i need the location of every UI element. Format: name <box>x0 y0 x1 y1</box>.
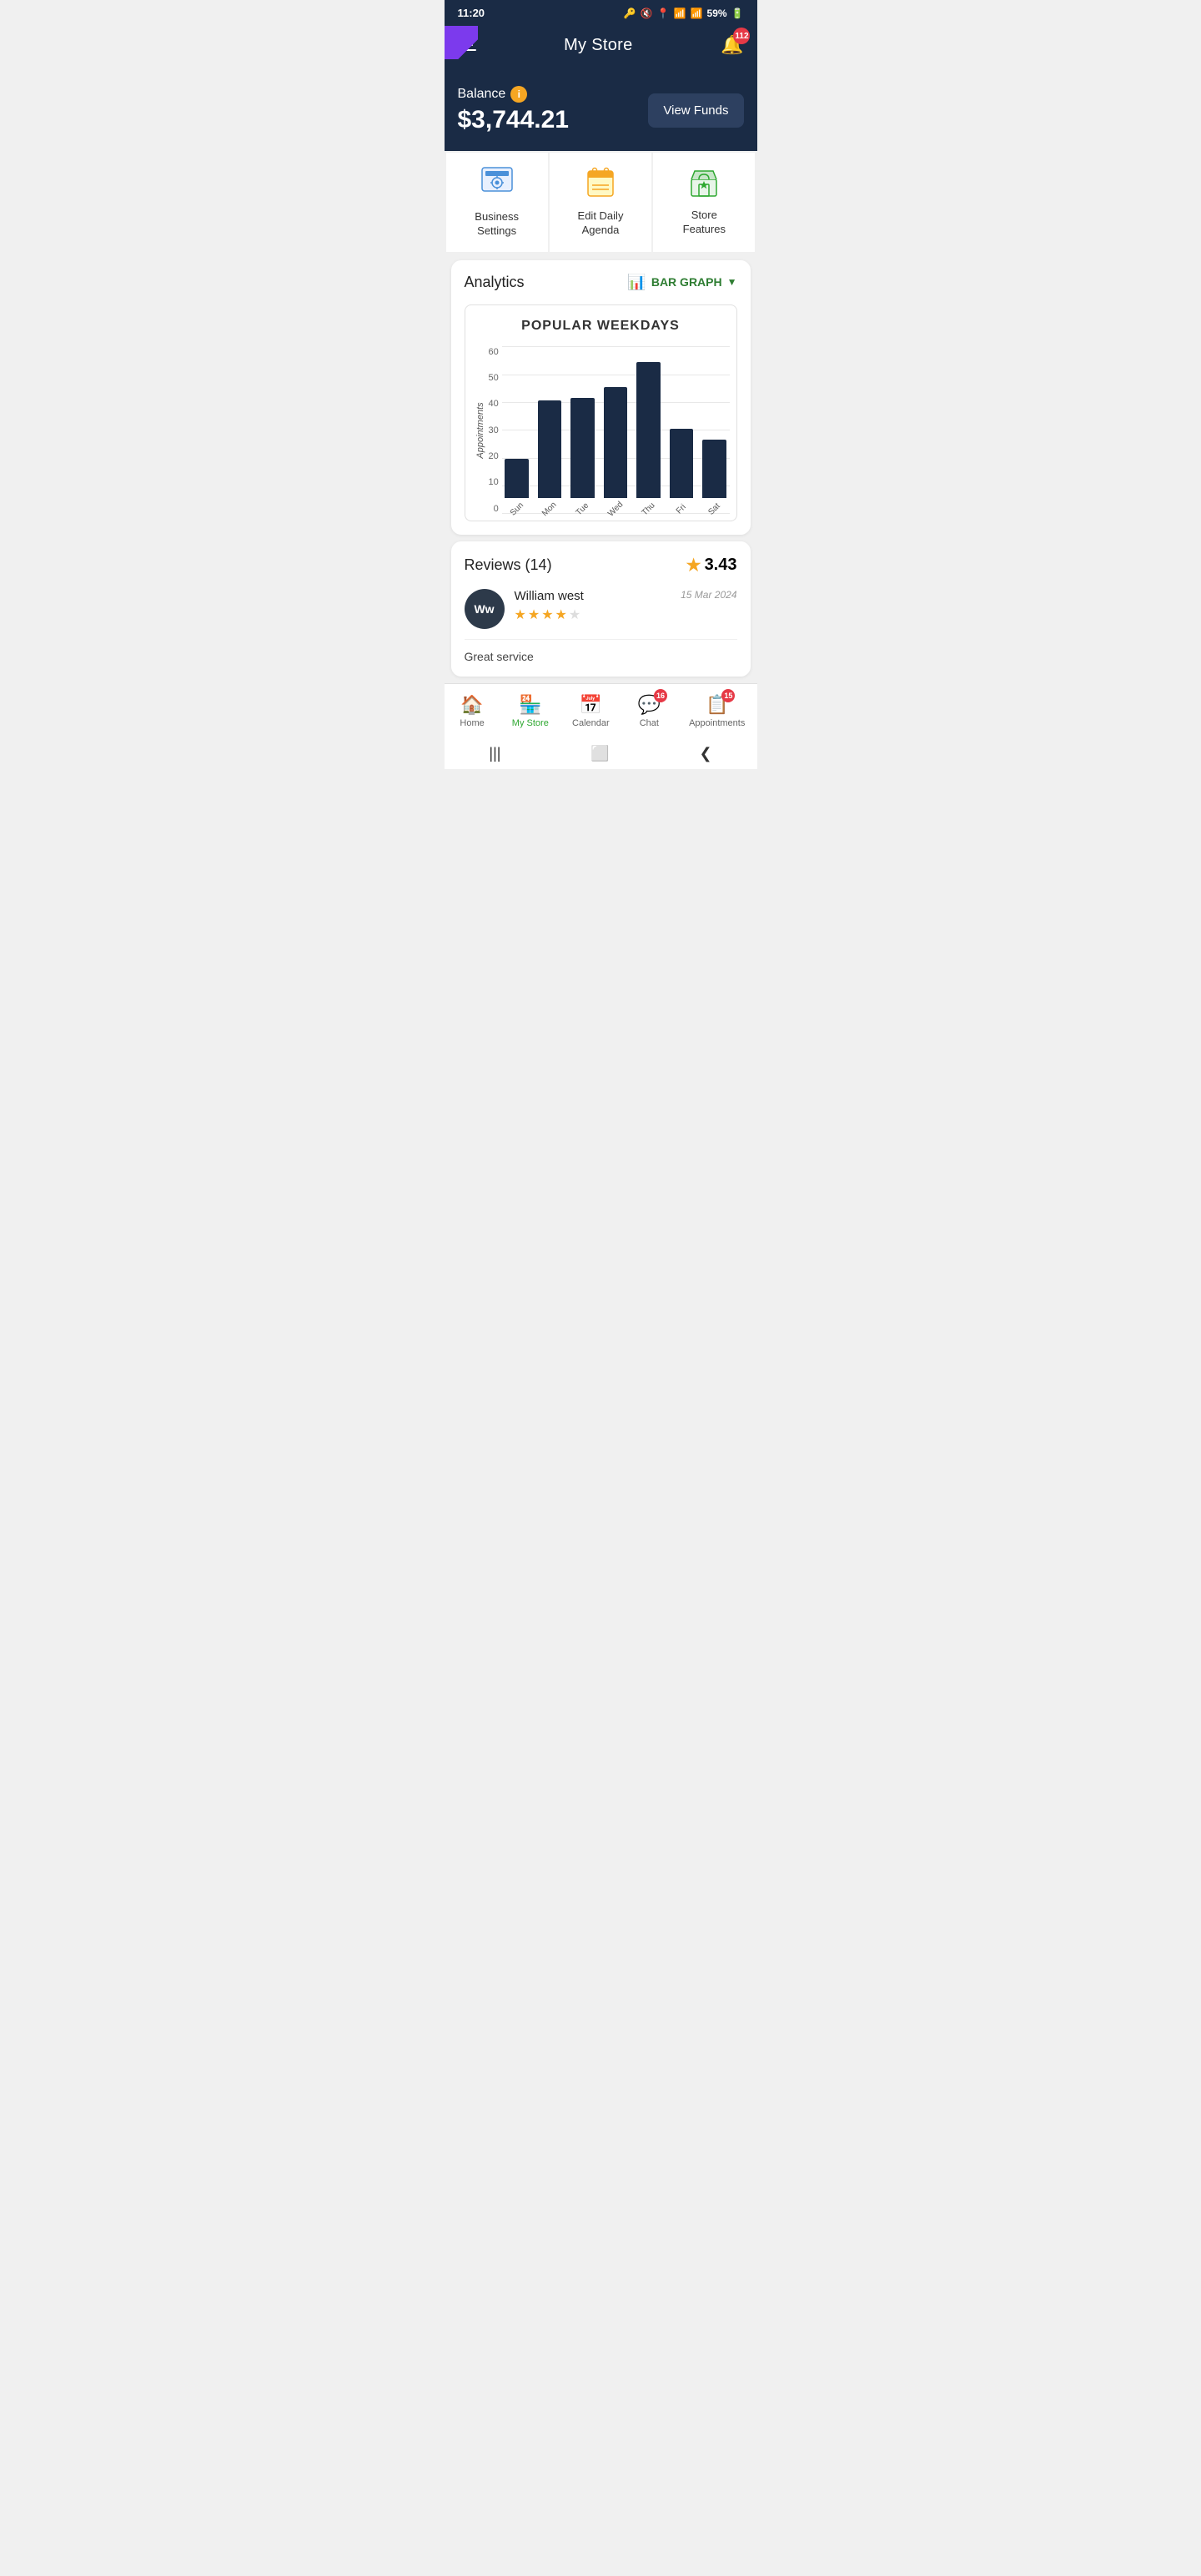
chart-type-label: BAR GRAPH <box>651 275 722 289</box>
review-content: William west 15 Mar 2024 ★ ★ ★ ★ ★ <box>515 589 737 629</box>
business-settings-card[interactable]: BusinessSettings <box>446 153 548 252</box>
review-stars: ★ ★ ★ ★ ★ <box>515 606 737 623</box>
chat-badge: 16 <box>654 689 667 702</box>
appointments-label: Appointments <box>689 718 745 728</box>
star-4: ★ <box>555 606 567 623</box>
edit-daily-agenda-icon <box>585 167 616 203</box>
nav-home[interactable]: 🏠 Home <box>450 691 495 732</box>
reviews-section: Reviews (14) ★ 3.43 Ww William west 15 M… <box>451 541 751 677</box>
calendar-icon: 📅 <box>580 694 602 716</box>
chart-title: POPULAR WEEKDAYS <box>472 319 730 334</box>
y-axis-values: 60 50 40 30 20 10 0 <box>489 347 502 514</box>
time: 11:20 <box>458 7 485 19</box>
home-label: Home <box>460 718 484 728</box>
bottom-nav: 🏠 Home 🏪 My Store 📅 Calendar 💬 16 Chat 📋… <box>445 683 757 735</box>
battery-pct: 59% <box>707 8 727 19</box>
wifi-icon: 📶 <box>674 8 686 19</box>
bar-tue: Tue <box>568 347 598 514</box>
bar-fri: Fri <box>666 347 696 514</box>
ribbon <box>445 26 478 59</box>
analytics-title: Analytics <box>465 274 525 291</box>
bar-wed: Wed <box>600 347 631 514</box>
home-system-icon[interactable]: ⬜ <box>590 745 609 762</box>
header-title: My Store <box>564 36 632 55</box>
nav-appointments[interactable]: 📋 15 Appointments <box>682 691 751 732</box>
quick-actions: BusinessSettings Edit DailyAgenda <box>445 151 757 254</box>
store-features-icon <box>688 168 720 202</box>
my-store-icon: 🏪 <box>519 694 541 716</box>
bar-sat: Sat <box>700 347 730 514</box>
battery-icon: 🔋 <box>731 8 744 19</box>
review-date: 15 Mar 2024 <box>681 589 736 601</box>
view-funds-button[interactable]: View Funds <box>648 93 743 128</box>
header: My Store 🔔 112 <box>445 26 757 69</box>
location-icon: 📍 <box>657 8 670 19</box>
signal-icon: 📶 <box>691 8 703 19</box>
y-axis-label-container: Appointments <box>472 347 489 514</box>
nav-calendar[interactable]: 📅 Calendar <box>565 691 616 732</box>
bar-chart-icon: 📊 <box>627 274 646 291</box>
balance-info: Balance i $3,744.21 <box>458 86 569 134</box>
nav-my-store[interactable]: 🏪 My Store <box>505 691 555 732</box>
home-icon: 🏠 <box>460 694 483 716</box>
balance-card: Balance i $3,744.21 View Funds <box>445 69 757 151</box>
reviewer-name-row: William west 15 Mar 2024 <box>515 589 737 603</box>
status-bar: 11:20 🔑 🔇 📍 📶 📶 59% 🔋 <box>445 0 757 26</box>
calendar-label: Calendar <box>572 718 610 728</box>
chat-label: Chat <box>640 718 659 728</box>
star-1: ★ <box>515 606 526 623</box>
bar-sun: Sun <box>502 347 532 514</box>
reviewer-avatar: Ww <box>465 589 505 629</box>
key-icon: 🔑 <box>624 8 636 19</box>
reviews-header: Reviews (14) ★ 3.43 <box>465 555 737 576</box>
chart-bars-area: Sun Mon Tue Wed <box>502 347 730 514</box>
back-icon[interactable]: ❮ <box>699 745 711 762</box>
avg-rating-value: 3.43 <box>705 556 737 575</box>
review-text: Great service <box>465 650 737 663</box>
recent-apps-icon[interactable]: ||| <box>489 745 500 762</box>
balance-label: Balance <box>458 87 506 102</box>
analytics-section: Analytics 📊 BAR GRAPH ▼ POPULAR WEEKDAYS… <box>451 260 751 535</box>
store-features-label: StoreFeatures <box>683 209 726 237</box>
star-icon: ★ <box>686 555 701 576</box>
balance-info-icon[interactable]: i <box>510 86 527 103</box>
nav-chat[interactable]: 💬 16 Chat <box>626 691 672 732</box>
y-axis-label: Appointments <box>475 402 485 458</box>
bar-mon: Mon <box>535 347 565 514</box>
status-icons: 🔑 🔇 📍 📶 📶 59% 🔋 <box>624 8 744 19</box>
store-features-card[interactable]: StoreFeatures <box>653 153 755 252</box>
chart-type-selector[interactable]: 📊 BAR GRAPH ▼ <box>627 274 736 291</box>
star-3: ★ <box>541 606 553 623</box>
reviews-title: Reviews (14) <box>465 556 552 574</box>
star-2: ★ <box>528 606 540 623</box>
notification-badge: 112 <box>733 28 750 44</box>
chevron-down-icon: ▼ <box>727 276 737 288</box>
notification-button[interactable]: 🔔 112 <box>721 34 743 56</box>
appointments-badge: 15 <box>721 689 735 702</box>
chart-bars: Sun Mon Tue Wed <box>502 347 730 514</box>
review-item-william: Ww William west 15 Mar 2024 ★ ★ ★ ★ ★ <box>465 589 737 640</box>
balance-amount: $3,744.21 <box>458 106 569 134</box>
edit-daily-agenda-label: Edit DailyAgenda <box>578 209 624 238</box>
mute-icon: 🔇 <box>641 8 653 19</box>
business-settings-label: BusinessSettings <box>475 210 519 239</box>
edit-daily-agenda-card[interactable]: Edit DailyAgenda <box>550 153 651 252</box>
reviews-avg-rating: ★ 3.43 <box>686 555 737 576</box>
reviewer-name: William west <box>515 589 584 603</box>
business-settings-icon <box>480 166 514 204</box>
my-store-label: My Store <box>512 718 549 728</box>
bar-thu: Thu <box>634 347 664 514</box>
system-nav: ||| ⬜ ❮ <box>445 735 757 769</box>
chart-container: POPULAR WEEKDAYS Appointments 60 50 40 3… <box>465 304 737 521</box>
star-5: ★ <box>569 606 580 623</box>
